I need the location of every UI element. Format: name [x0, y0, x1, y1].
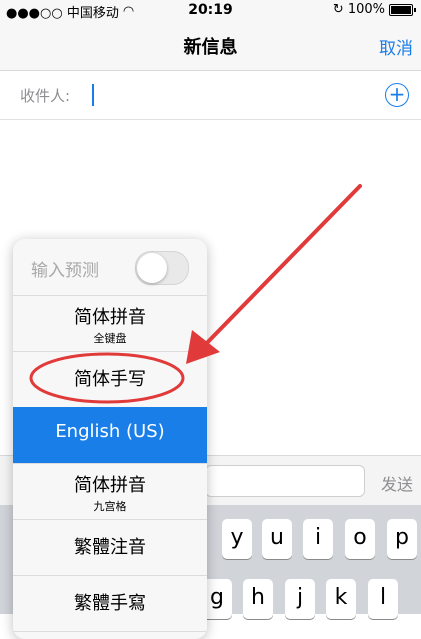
ime-item-pinyin-full[interactable]: 简体拼音 全键盘 — [13, 295, 207, 352]
nav-bar: 新信息 取消 — [0, 20, 421, 71]
message-input[interactable] — [205, 465, 365, 497]
key-h[interactable]: h — [243, 579, 273, 619]
status-right: ↻ 100% — [332, 2, 416, 17]
ime-item-label: English (US) — [55, 421, 165, 442]
ime-item-handwriting-traditional[interactable]: 繁體手寫 — [13, 575, 207, 632]
ime-item-handwriting-simplified[interactable]: 简体手写 — [13, 351, 207, 408]
battery-icon — [389, 3, 416, 16]
predictive-label: 输入预测 — [31, 261, 99, 281]
status-bar: ●●●○○ 中国移动 ◠ 20:19 ↻ 100% — [0, 0, 421, 21]
ime-item-sublabel: 九宫格 — [93, 500, 127, 513]
key-y[interactable]: y — [222, 519, 252, 559]
arrow-shaft — [198, 184, 362, 352]
recipient-row[interactable]: 收件人: + — [0, 71, 421, 120]
predictive-toggle[interactable] — [135, 251, 189, 285]
key-j[interactable]: j — [285, 579, 315, 619]
key-i[interactable]: i — [303, 519, 333, 559]
add-contact-button[interactable]: + — [385, 83, 409, 107]
key-k[interactable]: k — [326, 579, 356, 619]
send-button[interactable]: 发送 — [381, 471, 413, 495]
cancel-button[interactable]: 取消 — [379, 34, 413, 59]
input-method-menu: 输入预测 简体拼音 全键盘 简体手写 English (US) 简体拼音 九宫格… — [13, 239, 207, 639]
ime-item-label: 繁體手寫 — [74, 593, 146, 614]
ime-item-pinyin-9key[interactable]: 简体拼音 九宫格 — [13, 463, 207, 520]
rotation-lock-icon: ↻ — [332, 2, 344, 17]
key-p[interactable]: p — [387, 519, 417, 559]
ime-item-english-us[interactable]: English (US) — [13, 407, 207, 464]
predictive-row: 输入预测 — [13, 239, 207, 296]
page-title: 新信息 — [183, 37, 238, 58]
recipient-label: 收件人: — [20, 87, 71, 105]
key-o[interactable]: o — [345, 519, 375, 559]
key-l[interactable]: l — [368, 579, 398, 619]
ime-item-zhuyin[interactable]: 繁體注音 — [13, 519, 207, 576]
key-u[interactable]: u — [262, 519, 292, 559]
ime-item-label: 简体手写 — [74, 369, 146, 390]
ime-item-sublabel: 全键盘 — [93, 332, 127, 345]
text-caret — [92, 84, 94, 106]
battery-percent: 100% — [347, 2, 385, 17]
ime-item-label: 繁體注音 — [74, 537, 146, 558]
ime-item-label: 简体拼音 — [74, 475, 146, 496]
ime-item-label: 简体拼音 — [74, 307, 146, 328]
